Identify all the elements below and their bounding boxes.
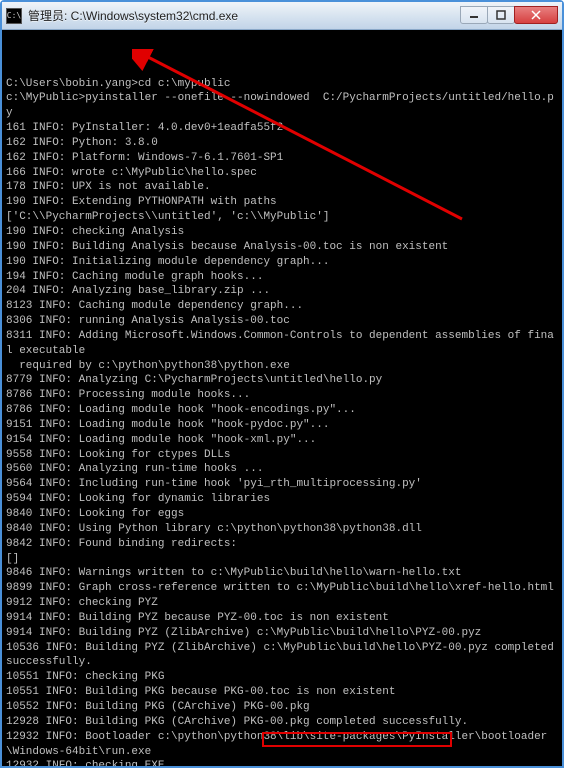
terminal-line: 9564 INFO: Including run-time hook 'pyi_… <box>6 477 558 492</box>
minimize-button[interactable] <box>460 6 488 24</box>
terminal-line: 162 INFO: Python: 3.8.0 <box>6 136 558 151</box>
terminal-line: 8123 INFO: Caching module dependency gra… <box>6 299 558 314</box>
terminal-line: 10552 INFO: Building PKG (CArchive) PKG-… <box>6 700 558 715</box>
terminal-line: 9840 INFO: Looking for eggs <box>6 507 558 522</box>
terminal-line: C:\Users\bobin.yang>cd c:\mypublic <box>6 77 558 92</box>
terminal-line: 9914 INFO: Building PYZ because PYZ-00.t… <box>6 611 558 626</box>
terminal-line: 12928 INFO: Building PKG (CArchive) PKG-… <box>6 715 558 730</box>
window-controls <box>461 7 558 24</box>
terminal-line: 9560 INFO: Analyzing run-time hooks ... <box>6 462 558 477</box>
terminal-line: [] <box>6 552 558 567</box>
terminal-line: 10551 INFO: Building PKG because PKG-00.… <box>6 685 558 700</box>
terminal-line: 190 INFO: checking Analysis <box>6 225 558 240</box>
terminal-line: 8306 INFO: running Analysis Analysis-00.… <box>6 314 558 329</box>
terminal-line: required by c:\python\python38\python.ex… <box>6 359 558 374</box>
terminal-line: 9594 INFO: Looking for dynamic libraries <box>6 492 558 507</box>
terminal-output[interactable]: C:\Users\bobin.yang>cd c:\mypublicc:\MyP… <box>2 30 562 766</box>
close-button[interactable] <box>514 6 558 24</box>
minimize-icon <box>469 10 479 20</box>
terminal-line: 9912 INFO: checking PYZ <box>6 596 558 611</box>
maximize-icon <box>496 10 506 20</box>
terminal-line: 162 INFO: Platform: Windows-7-6.1.7601-S… <box>6 151 558 166</box>
terminal-line: ['C:\\PycharmProjects\\untitled', 'c:\\M… <box>6 210 558 225</box>
terminal-line: 12932 INFO: Bootloader c:\python\python3… <box>6 730 558 760</box>
terminal-line: 9154 INFO: Loading module hook "hook-xml… <box>6 433 558 448</box>
terminal-line: 9558 INFO: Looking for ctypes DLLs <box>6 448 558 463</box>
terminal-line: 8786 INFO: Processing module hooks... <box>6 388 558 403</box>
terminal-line: 9846 INFO: Warnings written to c:\MyPubl… <box>6 566 558 581</box>
cmd-icon: C:\ <box>6 8 22 24</box>
terminal-line: 9842 INFO: Found binding redirects: <box>6 537 558 552</box>
terminal-line: c:\MyPublic>pyinstaller --onefile --nowi… <box>6 91 558 121</box>
terminal-line: 10536 INFO: Building PYZ (ZlibArchive) c… <box>6 641 558 671</box>
window-title: 管理员: C:\Windows\system32\cmd.exe <box>28 7 461 24</box>
terminal-line: 9899 INFO: Graph cross-reference written… <box>6 581 558 596</box>
terminal-line: 8786 INFO: Loading module hook "hook-enc… <box>6 403 558 418</box>
maximize-button[interactable] <box>487 6 515 24</box>
terminal-line: 190 INFO: Building Analysis because Anal… <box>6 240 558 255</box>
close-icon <box>531 10 541 20</box>
terminal-line: 8311 INFO: Adding Microsoft.Windows.Comm… <box>6 329 558 359</box>
terminal-line: 166 INFO: wrote c:\MyPublic\hello.spec <box>6 166 558 181</box>
terminal-line: 178 INFO: UPX is not available. <box>6 180 558 195</box>
terminal-line: 190 INFO: Extending PYTHONPATH with path… <box>6 195 558 210</box>
terminal-line: 12932 INFO: checking EXE <box>6 759 558 766</box>
terminal-line: 161 INFO: PyInstaller: 4.0.dev0+1eadfa55… <box>6 121 558 136</box>
terminal-line: 9151 INFO: Loading module hook "hook-pyd… <box>6 418 558 433</box>
terminal-line: 204 INFO: Analyzing base_library.zip ... <box>6 284 558 299</box>
terminal-line: 9840 INFO: Using Python library c:\pytho… <box>6 522 558 537</box>
terminal-line: 190 INFO: Initializing module dependency… <box>6 255 558 270</box>
terminal-line: 194 INFO: Caching module graph hooks... <box>6 270 558 285</box>
terminal-line: 9914 INFO: Building PYZ (ZlibArchive) c:… <box>6 626 558 641</box>
window-titlebar[interactable]: C:\ 管理员: C:\Windows\system32\cmd.exe <box>2 2 562 30</box>
terminal-line: 10551 INFO: checking PKG <box>6 670 558 685</box>
terminal-line: 8779 INFO: Analyzing C:\PycharmProjects\… <box>6 373 558 388</box>
